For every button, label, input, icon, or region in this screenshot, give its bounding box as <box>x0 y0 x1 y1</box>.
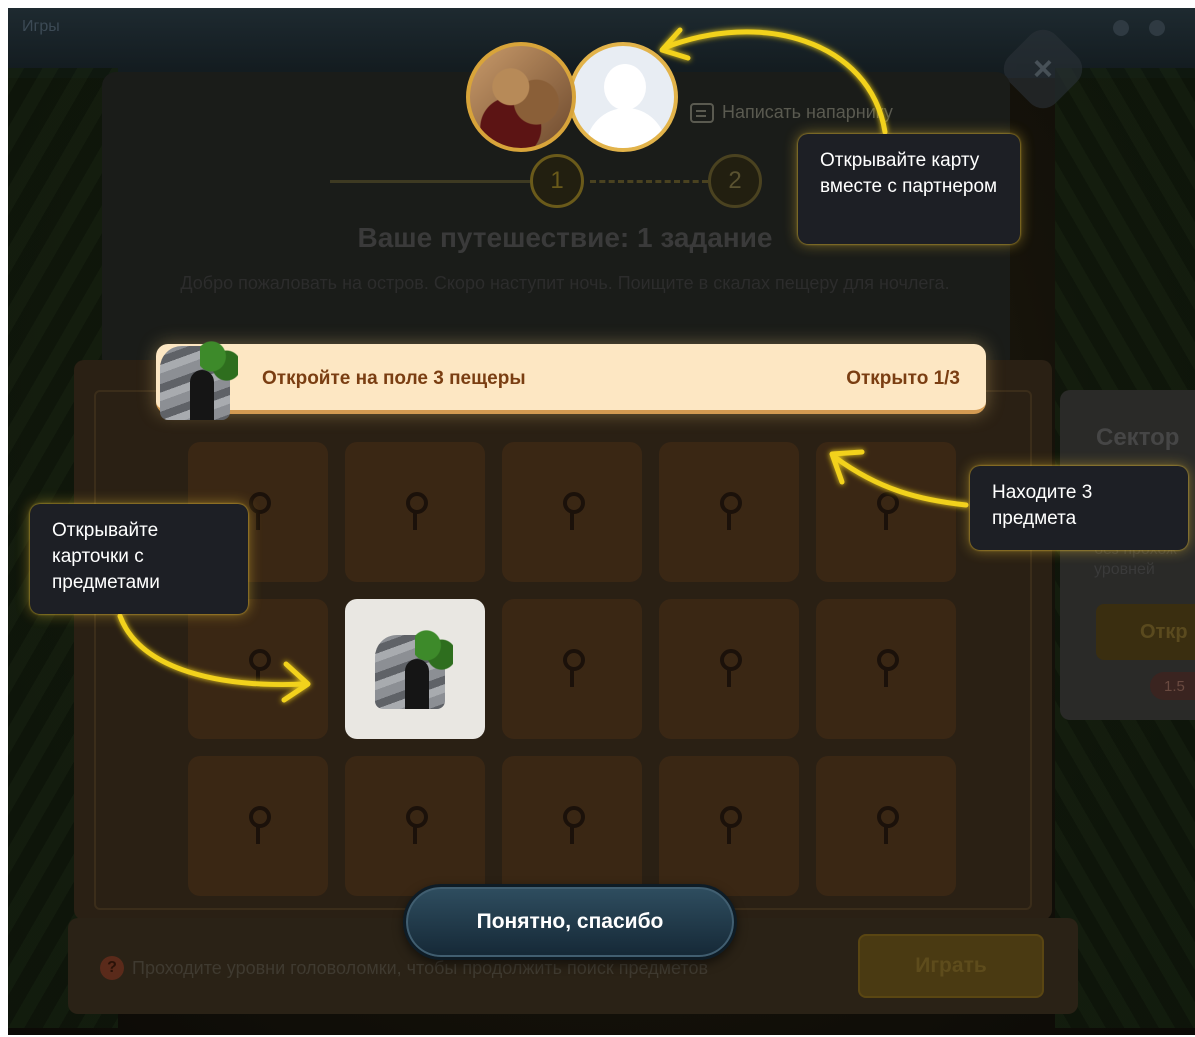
chat-icon <box>690 102 714 123</box>
play-button[interactable]: Играть <box>858 934 1044 998</box>
sector-panel: Сектор без прохож уровней Откр 1.5 <box>1060 390 1195 720</box>
task-progress: Открыто 1/3 <box>846 368 960 389</box>
task-banner: Откройте на поле 3 пещеры Открыто 1/3 <box>156 338 986 420</box>
write-partner-link[interactable]: Написать напарнику <box>690 102 893 123</box>
top-icons <box>1113 20 1165 36</box>
card-closed[interactable] <box>816 599 956 739</box>
card-closed[interactable] <box>659 442 799 582</box>
card-closed[interactable] <box>502 599 642 739</box>
question-icon[interactable]: ? <box>100 956 124 980</box>
keyhole-icon <box>718 649 742 689</box>
keyhole-icon <box>247 649 271 689</box>
sector-cost-pill: 1.5 <box>1150 672 1195 700</box>
card-closed[interactable] <box>816 442 956 582</box>
keyhole-icon <box>561 806 585 846</box>
tooltip-open-cards: Открывайте карточки с предметами <box>30 504 248 614</box>
keyhole-icon <box>718 806 742 846</box>
card-closed[interactable] <box>188 756 328 896</box>
card-closed[interactable] <box>659 756 799 896</box>
keyhole-icon <box>247 806 271 846</box>
player-avatar[interactable] <box>466 42 576 152</box>
bottom-info-text: Проходите уровни головоломки, чтобы прод… <box>132 957 709 978</box>
sector-title: Сектор <box>1096 424 1180 451</box>
progress-dots <box>590 180 708 183</box>
keyhole-icon <box>404 806 428 846</box>
card-closed[interactable] <box>502 442 642 582</box>
card-closed[interactable] <box>188 599 328 739</box>
understood-button[interactable]: Понятно, спасибо <box>403 884 737 960</box>
journey-description: Добро пожаловать на остров. Скоро наступ… <box>180 273 950 293</box>
cave-icon <box>375 627 455 711</box>
keyhole-icon <box>718 492 742 532</box>
keyhole-icon <box>875 806 899 846</box>
app-title: Игры <box>22 18 60 35</box>
keyhole-icon <box>561 649 585 689</box>
write-partner-label: Написать напарнику <box>722 102 893 122</box>
cave-icon <box>160 338 240 422</box>
close-icon: × <box>1033 49 1053 88</box>
step-2: 2 <box>708 154 762 208</box>
keyhole-icon <box>247 492 271 532</box>
card-closed[interactable] <box>816 756 956 896</box>
card-closed[interactable] <box>659 599 799 739</box>
bell-icon[interactable] <box>1113 20 1129 36</box>
card-opened[interactable] <box>345 599 485 739</box>
sector-open-button[interactable]: Откр <box>1096 604 1195 660</box>
card-closed[interactable] <box>502 756 642 896</box>
step-1: 1 <box>530 154 584 208</box>
keyhole-icon <box>875 492 899 532</box>
avatar-body-shape <box>586 108 666 148</box>
keyhole-icon <box>561 492 585 532</box>
avatar-head-shape <box>604 64 646 110</box>
keyhole-icon <box>875 649 899 689</box>
progress-line <box>330 180 530 183</box>
card-closed[interactable] <box>345 442 485 582</box>
close-button[interactable]: × <box>996 22 1090 116</box>
card-closed[interactable] <box>345 756 485 896</box>
tooltip-partner: Открывайте карту вместе с партнером <box>798 134 1020 244</box>
keyhole-icon <box>404 492 428 532</box>
user-icon[interactable] <box>1149 20 1165 36</box>
tooltip-find-items: Находите 3 предмета <box>970 466 1188 550</box>
partner-avatar-placeholder[interactable] <box>568 42 678 152</box>
task-text: Откройте на поле 3 пещеры <box>262 368 526 389</box>
